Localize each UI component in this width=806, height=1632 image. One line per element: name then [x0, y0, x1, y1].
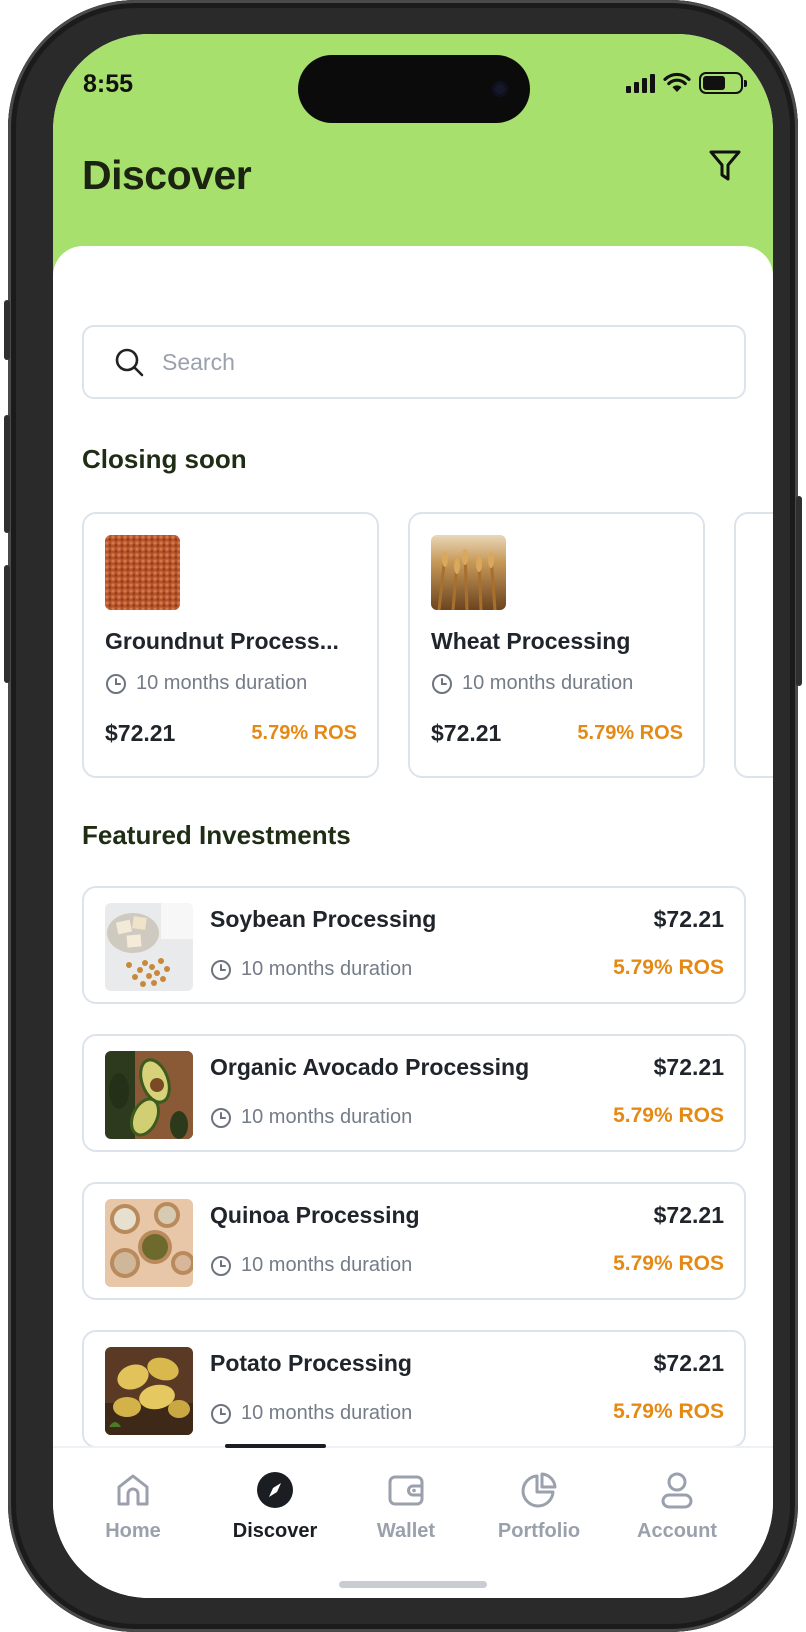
- featured-card-price: $72.21: [653, 1054, 724, 1080]
- wallet-icon: [388, 1475, 424, 1506]
- duration-text: 10 months duration: [241, 1402, 413, 1424]
- groundnut-image: [105, 535, 180, 610]
- action-button: [4, 300, 10, 360]
- tab-discover[interactable]: Discover: [210, 1448, 340, 1558]
- featured-card[interactable]: Quinoa Processing 10 months duration $72…: [82, 1182, 746, 1300]
- tab-home[interactable]: Home: [68, 1448, 198, 1558]
- featured-card-duration: 10 months duration: [210, 958, 412, 981]
- duration-text: 10 months duration: [136, 672, 308, 694]
- volume-up-button: [4, 415, 10, 533]
- tab-account[interactable]: Account: [612, 1448, 742, 1558]
- clock-icon: [211, 959, 231, 980]
- clock-icon: [211, 1107, 231, 1128]
- page-title: Discover: [82, 152, 252, 198]
- tab-label: Discover: [232, 1520, 318, 1542]
- closing-card-duration: 10 months duration: [105, 672, 307, 695]
- bottom-nav: Home Discover Wallet Portfolio Account: [53, 1444, 773, 1598]
- featured-card-ros: 5.79% ROS: [613, 1252, 724, 1275]
- featured-card[interactable]: Soybean Processing 10 months duration $7…: [82, 886, 746, 1004]
- soybean-image: [105, 903, 193, 991]
- closing-soon-title: Closing soon: [82, 444, 247, 474]
- clock-icon: [211, 1403, 231, 1424]
- featured-card-duration: 10 months duration: [210, 1106, 412, 1129]
- featured-card-name: Quinoa Processing: [210, 1202, 420, 1228]
- featured-card-ros: 5.79% ROS: [613, 1400, 724, 1423]
- closing-card-partial[interactable]: [734, 512, 773, 778]
- featured-card-price: $72.21: [653, 906, 724, 932]
- wheat-image: [431, 535, 506, 610]
- featured-card-name: Organic Avocado Processing: [210, 1054, 530, 1080]
- closing-card-ros: 5.79% ROS: [251, 722, 357, 744]
- closing-card-ros: 5.79% ROS: [577, 722, 683, 744]
- search-input[interactable]: [162, 348, 722, 376]
- filter-icon: [709, 150, 741, 181]
- closing-soon-carousel[interactable]: Groundnut Process... 10 months duration …: [82, 512, 773, 778]
- home-indicator: [339, 1581, 487, 1588]
- user-icon: [661, 1472, 693, 1509]
- battery-icon: [699, 72, 747, 94]
- avocado-image: [105, 1051, 193, 1139]
- featured-card-name: Soybean Processing: [210, 906, 437, 932]
- camera-icon: [492, 81, 508, 97]
- closing-card-name: Wheat Processing: [431, 628, 631, 654]
- featured-card[interactable]: Organic Avocado Processing 10 months dur…: [82, 1034, 746, 1152]
- search-bar[interactable]: [82, 325, 746, 399]
- featured-card-duration: 10 months duration: [210, 1402, 412, 1425]
- status-icons: [626, 72, 747, 94]
- power-button: [796, 496, 802, 686]
- closing-card[interactable]: Wheat Processing 10 months duration $72.…: [408, 512, 705, 778]
- wifi-icon: [663, 72, 691, 92]
- clock-icon: [432, 673, 452, 694]
- screen: 8:55 Discover Search Closing soon Ground…: [53, 34, 773, 1598]
- featured-card-ros: 5.79% ROS: [613, 1104, 724, 1127]
- duration-text: 10 months duration: [241, 958, 413, 980]
- potato-image: [105, 1347, 193, 1435]
- featured-card-ros: 5.79% ROS: [613, 956, 724, 979]
- home-icon: [117, 1474, 149, 1506]
- closing-card-price: $72.21: [431, 720, 502, 746]
- compass-icon: [257, 1472, 293, 1508]
- duration-text: 10 months duration: [462, 672, 634, 694]
- closing-card[interactable]: Groundnut Process... 10 months duration …: [82, 512, 379, 778]
- tab-label: Wallet: [376, 1520, 436, 1542]
- clock-icon: [106, 673, 126, 694]
- tab-portfolio[interactable]: Portfolio: [474, 1448, 604, 1558]
- tab-label: Portfolio: [497, 1520, 581, 1542]
- tab-label: Account: [637, 1520, 717, 1542]
- tab-wallet[interactable]: Wallet: [341, 1448, 471, 1558]
- phone-frame: 8:55 Discover Search Closing soon Ground…: [4, 0, 802, 1632]
- featured-card-price: $72.21: [653, 1202, 724, 1228]
- closing-card-name: Groundnut Process...: [105, 628, 339, 654]
- quinoa-image: [105, 1199, 193, 1287]
- status-time: 8:55: [83, 70, 134, 98]
- signal-icon: [626, 73, 655, 93]
- clock-icon: [211, 1255, 231, 1276]
- volume-down-button: [4, 565, 10, 683]
- tab-label: Home: [105, 1520, 161, 1542]
- content-sheet: Closing soon: [53, 246, 773, 1596]
- duration-text: 10 months duration: [241, 1106, 413, 1128]
- duration-text: 10 months duration: [241, 1254, 413, 1276]
- pie-chart-icon: [521, 1472, 557, 1508]
- search-icon: [115, 348, 144, 377]
- featured-card-price: $72.21: [653, 1350, 724, 1376]
- closing-card-price: $72.21: [105, 720, 176, 746]
- dynamic-island: [298, 55, 530, 123]
- filter-button[interactable]: [705, 146, 745, 186]
- featured-card-duration: 10 months duration: [210, 1254, 412, 1277]
- featured-investments-title: Featured Investments: [82, 820, 351, 850]
- featured-card-name: Potato Processing: [210, 1350, 412, 1376]
- featured-card[interactable]: Potato Processing 10 months duration $72…: [82, 1330, 746, 1448]
- closing-card-duration: 10 months duration: [431, 672, 633, 695]
